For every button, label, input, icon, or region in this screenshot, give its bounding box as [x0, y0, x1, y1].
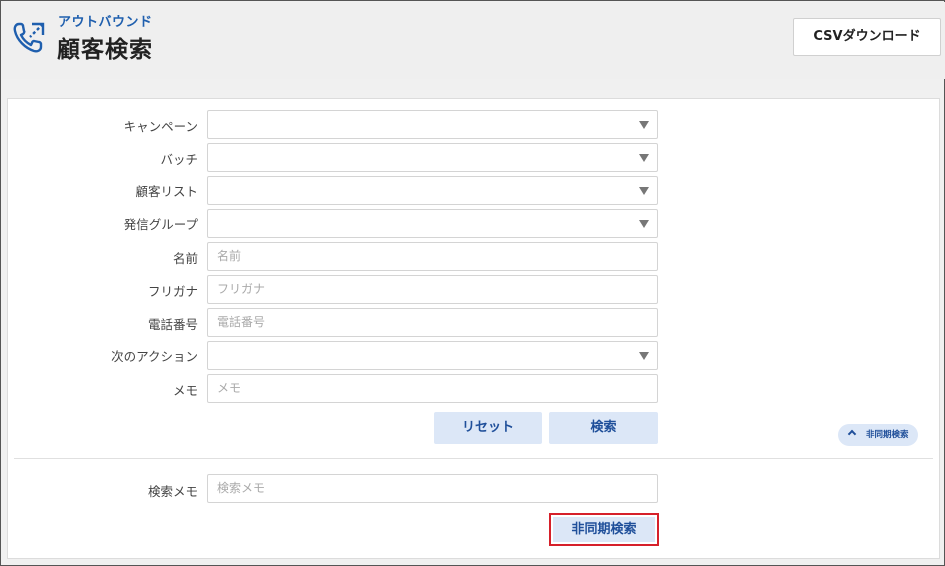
async-search-button-highlight: 非同期検索	[549, 513, 659, 546]
caller-group-label: 発信グループ	[123, 217, 198, 232]
chevron-down-icon	[639, 121, 649, 129]
search-panel: キャンペーン バッチ 顧客リスト 発信グループ 名前 名前 フリガナ フリガナ	[7, 98, 940, 559]
phone-outbound-icon	[13, 22, 45, 53]
furigana-label: フリガナ	[147, 284, 198, 299]
chevron-down-icon	[639, 352, 649, 360]
search-button[interactable]: 検索	[549, 412, 658, 444]
furigana-input[interactable]: フリガナ	[207, 275, 658, 304]
memo-input[interactable]: メモ	[207, 374, 658, 403]
customer-list-label: 顧客リスト	[135, 184, 198, 199]
batch-label: バッチ	[160, 152, 198, 167]
async-search-button[interactable]: 非同期検索	[553, 517, 655, 542]
name-input[interactable]: 名前	[207, 242, 658, 271]
chevron-down-icon	[639, 154, 649, 162]
batch-select[interactable]	[207, 143, 658, 172]
caller-group-select[interactable]	[207, 209, 658, 238]
page-subtitle: アウトバウンド	[58, 15, 153, 30]
memo-label: メモ	[172, 383, 198, 398]
name-label: 名前	[172, 251, 198, 266]
app-frame: アウトバウンド 顧客検索 CSVダウンロード キャンペーン バッチ 顧客リスト …	[0, 0, 945, 566]
page-header: アウトバウンド 顧客検索 CSVダウンロード	[2, 2, 945, 79]
chevron-down-icon	[639, 220, 649, 228]
csv-download-button[interactable]: CSVダウンロード	[793, 18, 941, 56]
customer-list-select[interactable]	[207, 176, 658, 205]
phone-input[interactable]: 電話番号	[207, 308, 658, 337]
next-action-select[interactable]	[207, 341, 658, 370]
phone-label: 電話番号	[147, 317, 198, 332]
next-action-label: 次のアクション	[111, 349, 198, 364]
async-toggle-label: 非同期検索	[866, 430, 909, 440]
async-search-toggle[interactable]: 非同期検索	[838, 424, 918, 446]
campaign-label: キャンペーン	[123, 119, 198, 134]
campaign-select[interactable]	[207, 110, 658, 139]
chevron-down-icon	[639, 187, 649, 195]
reset-button[interactable]: リセット	[434, 412, 542, 444]
section-divider	[14, 458, 933, 459]
search-memo-input[interactable]: 検索メモ	[207, 474, 658, 503]
search-memo-label: 検索メモ	[147, 484, 198, 499]
page-title: 顧客検索	[57, 37, 153, 63]
chevron-up-icon	[847, 429, 857, 439]
